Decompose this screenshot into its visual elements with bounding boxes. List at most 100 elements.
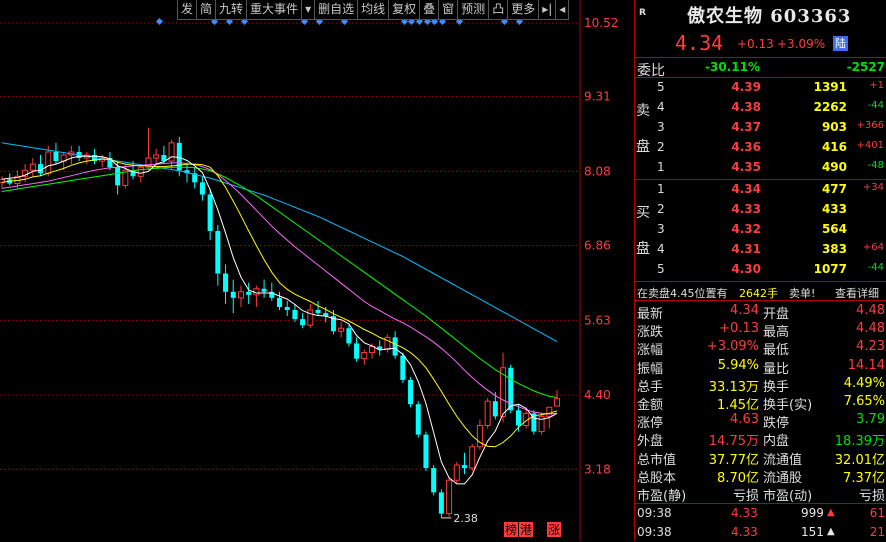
order-level: 4 bbox=[657, 242, 665, 256]
stat-value: 14.75万 bbox=[708, 434, 759, 450]
toolbar-button[interactable]: 凸 bbox=[488, 0, 509, 20]
stat-label: 换手 bbox=[763, 379, 790, 395]
candle-body bbox=[492, 401, 498, 417]
toolbar-button[interactable]: 九转 bbox=[215, 0, 248, 20]
stat-value: +0.13 bbox=[719, 321, 759, 337]
stat-value: 18.39万 bbox=[834, 434, 885, 450]
sell-order-row: 2 4.36 416 +401 bbox=[635, 138, 886, 158]
order-price: 4.33 bbox=[731, 202, 761, 216]
stat-label: 总手 bbox=[637, 379, 664, 395]
kline-svg: 10.52 9.31 8.08 6.86 5.63 4.40 3.18 2.38 榜港 涨 bbox=[0, 0, 618, 541]
candle-body bbox=[408, 379, 414, 405]
toolbar-button[interactable]: ▸| bbox=[538, 0, 557, 20]
stat-label: 总市值 bbox=[637, 452, 677, 468]
order-volume-change: +1 bbox=[869, 80, 884, 91]
buy-order-row: 2 4.33 433 bbox=[635, 200, 886, 220]
order-price: 4.31 bbox=[731, 242, 761, 256]
kline-chart[interactable]: 10.52 9.31 8.08 6.86 5.63 4.40 3.18 2.38 榜港 涨 发简九… bbox=[0, 0, 634, 541]
candle-body bbox=[29, 163, 36, 171]
sell-order-row: 1 4.35 490 -48 bbox=[635, 158, 886, 178]
stat-value: 33.13万 bbox=[708, 379, 759, 395]
order-volume: 383 bbox=[821, 242, 847, 256]
ma5-line bbox=[1, 155, 558, 485]
candle-body bbox=[361, 352, 368, 360]
y-tick-label: 10.52 bbox=[584, 16, 618, 30]
stat-value: 亏损 bbox=[858, 489, 885, 504]
stat-value: 4.49% bbox=[843, 375, 885, 391]
price-change: +0.13 bbox=[737, 37, 774, 51]
order-volume: 477 bbox=[821, 182, 847, 196]
stat-value: 亏损 bbox=[732, 489, 759, 504]
candle-body bbox=[415, 404, 421, 435]
order-price: 4.30 bbox=[731, 262, 761, 276]
toolbar-button[interactable]: ◂ bbox=[555, 0, 570, 20]
toolbar-button[interactable]: ▾ bbox=[301, 0, 316, 20]
candle-body bbox=[115, 167, 121, 186]
stat-row: 涨跌 +0.13 最高 4.48 bbox=[635, 320, 886, 341]
toolbar-button[interactable]: 叠 bbox=[419, 0, 440, 20]
candle-body bbox=[346, 328, 352, 344]
candle-body bbox=[292, 310, 298, 320]
stat-row: 最新 4.34 开盘 4.48 bbox=[635, 302, 886, 322]
toolbar-button[interactable]: 发 bbox=[177, 0, 198, 20]
y-tick-label: 5.63 bbox=[584, 313, 611, 327]
sell-order-row: 4 4.38 2262 -44 bbox=[635, 98, 886, 118]
stat-value: 7.37亿 bbox=[843, 470, 885, 486]
order-volume-change: -48 bbox=[867, 160, 884, 171]
stat-value: 4.48 bbox=[856, 321, 885, 337]
toolbar-button[interactable]: 删自选 bbox=[314, 0, 359, 20]
candle-body bbox=[338, 327, 345, 332]
price-row: 4.34 +0.13 +3.09% 陆 bbox=[635, 31, 886, 55]
stat-value: 3.79 bbox=[856, 412, 885, 428]
stat-row: 涨停 4.63 跌停 3.79 bbox=[635, 411, 886, 431]
stat-row: 涨幅 +3.09% 最低 4.23 bbox=[635, 338, 886, 358]
order-volume: 433 bbox=[821, 202, 847, 216]
notice-detail-link[interactable]: 查看详细 bbox=[835, 285, 879, 301]
toolbar-button[interactable]: 复权 bbox=[388, 0, 421, 20]
sell-order-row: 3 4.37 903 +366 bbox=[635, 118, 886, 138]
candle-body bbox=[284, 306, 290, 311]
order-volume: 416 bbox=[821, 140, 847, 154]
toolbar-button[interactable]: 更多 bbox=[507, 0, 540, 20]
bottom-tag-label: 涨 bbox=[548, 522, 560, 537]
order-volume-change: +34 bbox=[862, 182, 884, 193]
stock-code: 603363 bbox=[770, 6, 852, 27]
stat-value: 7.65% bbox=[843, 394, 885, 409]
candle-body bbox=[300, 319, 306, 326]
tick-row: 09:38 4.33 999 ▲ 61 bbox=[635, 503, 886, 523]
toolbar-button[interactable]: 窗 bbox=[438, 0, 459, 20]
toolbar-button[interactable]: 重大事件 bbox=[246, 0, 303, 20]
webi-diff: -2527 bbox=[846, 60, 885, 74]
y-tick-label: 8.08 bbox=[584, 164, 611, 178]
stat-label: 量比 bbox=[763, 361, 790, 377]
toolbar-button[interactable]: 简 bbox=[196, 0, 217, 20]
stat-label: 涨跌 bbox=[637, 325, 664, 341]
candle-body bbox=[484, 400, 491, 427]
order-level: 5 bbox=[657, 262, 665, 276]
order-volume: 903 bbox=[821, 120, 847, 134]
candle-body bbox=[400, 355, 406, 380]
candle-body bbox=[453, 464, 460, 481]
stat-row: 总手 33.13万 换手 4.49% bbox=[635, 375, 886, 395]
last-price: 4.34 bbox=[675, 31, 724, 55]
candle-body bbox=[276, 297, 283, 307]
toolbar-button[interactable]: 均线 bbox=[357, 0, 390, 20]
tick-row: 09:38 4.33 151 ▲ 21 bbox=[635, 522, 886, 542]
tick-count: 21 bbox=[869, 525, 885, 539]
divider bbox=[635, 281, 886, 282]
candle-body bbox=[315, 310, 321, 314]
order-volume: 564 bbox=[821, 222, 847, 236]
candle-body bbox=[230, 291, 236, 298]
candle-body bbox=[461, 465, 468, 469]
notice-amount: 2642手 bbox=[739, 287, 778, 300]
candle-body bbox=[354, 343, 360, 359]
stat-label: 市盈(静) bbox=[637, 489, 687, 504]
stat-row: 总股本 8.70亿 流通股 7.37亿 bbox=[635, 466, 886, 486]
candle-body bbox=[53, 151, 59, 162]
candle-body bbox=[515, 410, 521, 426]
webi-row: 委比 -30.11% -2527 bbox=[635, 58, 886, 79]
tick-price: 4.33 bbox=[731, 525, 758, 539]
order-volume-change: +401 bbox=[856, 140, 884, 151]
toolbar-button[interactable]: 预测 bbox=[457, 0, 490, 20]
candle-body bbox=[237, 291, 244, 299]
